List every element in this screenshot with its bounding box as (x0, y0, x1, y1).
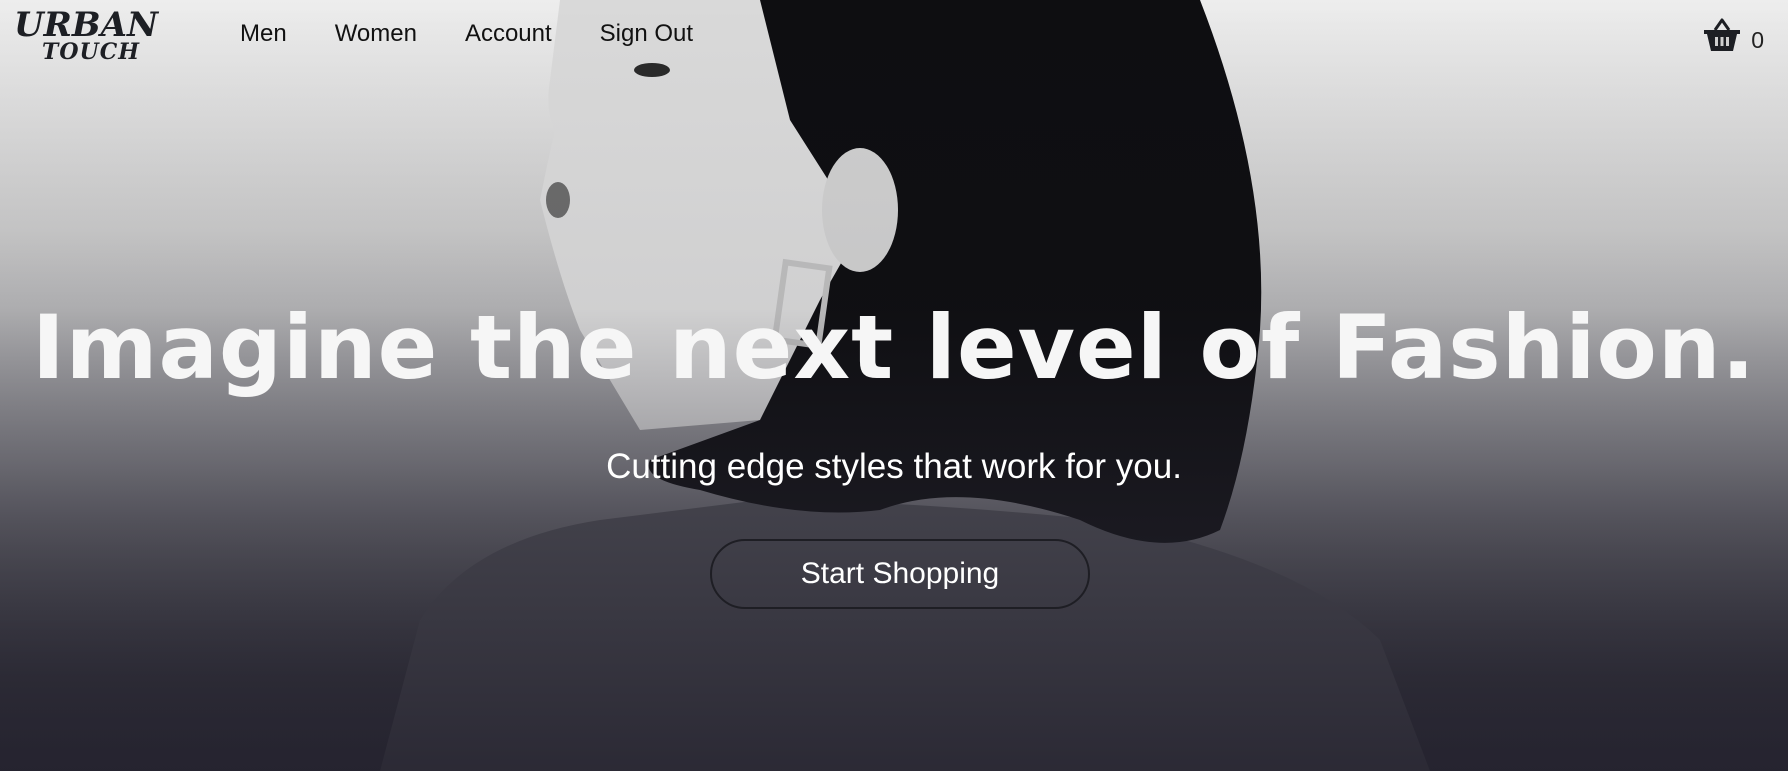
nav-link-account[interactable]: Account (465, 20, 552, 48)
cart-count: 0 (1751, 27, 1764, 53)
hero-section: URBAN TOUCH Men Women Account Sign Out 0… (0, 0, 1788, 771)
brand-logo-line2: TOUCH (42, 39, 141, 65)
main-nav: Men Women Account Sign Out (240, 20, 693, 48)
nav-link-sign-out[interactable]: Sign Out (600, 20, 693, 48)
cart-button[interactable]: 0 (1703, 18, 1764, 52)
hero-subheadline: Cutting edge styles that work for you. (606, 447, 1182, 486)
nav-link-women[interactable]: Women (335, 20, 417, 48)
hero-headline: Imagine the next level of Fashion. (32, 296, 1756, 399)
start-shopping-button[interactable]: Start Shopping (710, 539, 1090, 609)
basket-icon (1703, 18, 1741, 52)
site-header: URBAN TOUCH Men Women Account Sign Out 0 (0, 0, 1788, 74)
nav-link-men[interactable]: Men (240, 20, 287, 48)
brand-logo[interactable]: URBAN TOUCH (14, 8, 174, 66)
brand-logo-line1: URBAN (14, 5, 159, 45)
